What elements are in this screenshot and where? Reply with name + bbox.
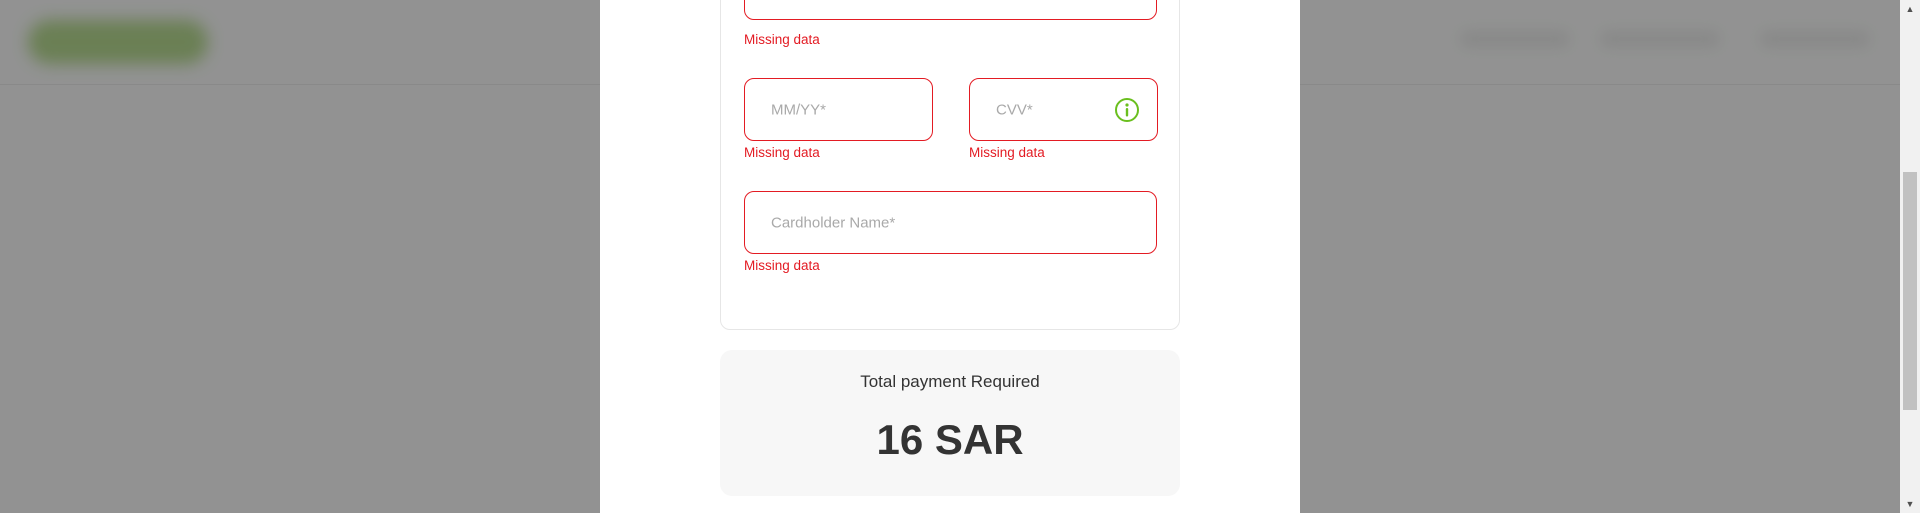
total-payment-label: Total payment Required xyxy=(860,372,1040,391)
scroll-down-icon[interactable]: ▼ xyxy=(1900,496,1920,512)
expiry-placeholder: MM/YY* xyxy=(771,101,827,118)
expiry-error: Missing data xyxy=(744,145,820,160)
card-details-panel: Missing data MM/YY* Missing data CVV* Mi… xyxy=(720,0,1180,330)
card-number-error: Missing data xyxy=(744,32,820,47)
vertical-scrollbar[interactable]: ▲ ▼ xyxy=(1900,0,1920,513)
page: Missing data MM/YY* Missing data CVV* Mi… xyxy=(0,0,1920,513)
scroll-up-icon[interactable]: ▲ xyxy=(1900,1,1920,17)
payment-modal: Missing data MM/YY* Missing data CVV* Mi… xyxy=(600,0,1300,513)
total-payment-box: Total payment Required 16 SAR xyxy=(720,350,1180,496)
cardholder-name-field[interactable]: Cardholder Name* xyxy=(744,191,1157,254)
cvv-placeholder: CVV* xyxy=(996,101,1033,118)
cvv-error: Missing data xyxy=(969,145,1045,160)
cardholder-name-error: Missing data xyxy=(744,258,820,273)
cvv-field[interactable]: CVV* xyxy=(969,78,1158,141)
expiry-field[interactable]: MM/YY* xyxy=(744,78,933,141)
info-icon[interactable] xyxy=(1114,97,1140,123)
card-number-field[interactable] xyxy=(744,0,1157,20)
total-payment-amount: 16 SAR xyxy=(876,416,1024,463)
scrollbar-thumb[interactable] xyxy=(1903,172,1917,410)
cardholder-name-placeholder: Cardholder Name* xyxy=(771,214,896,231)
